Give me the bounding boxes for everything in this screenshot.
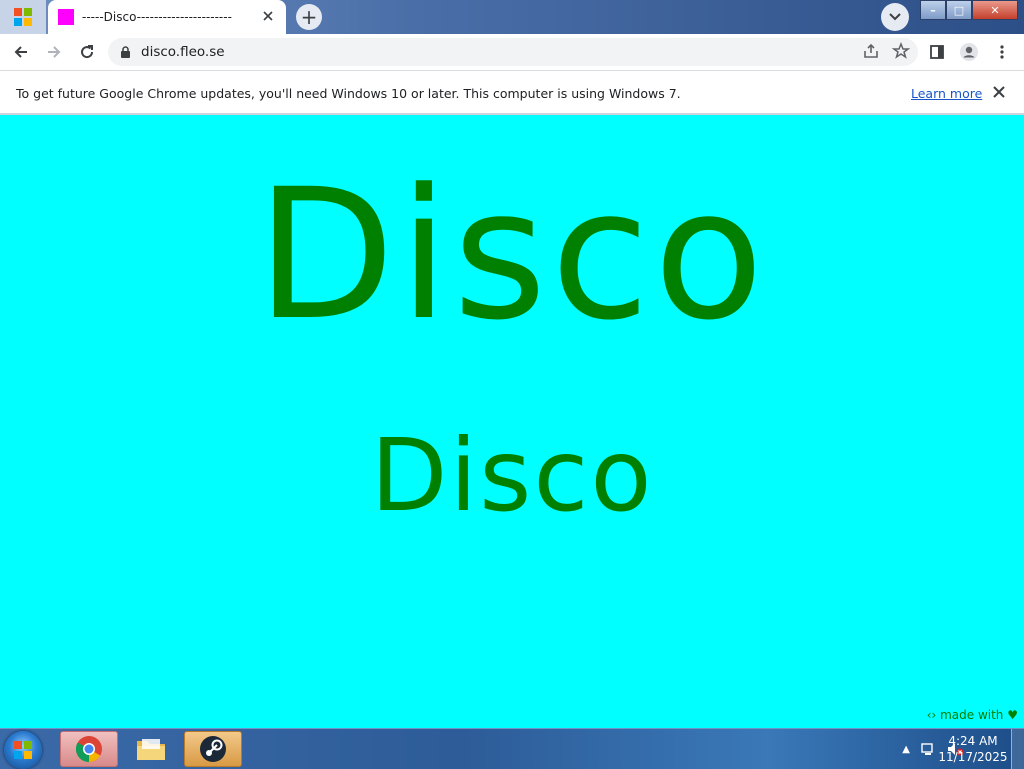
show-desktop-button[interactable]: [1011, 729, 1024, 769]
profile-button[interactable]: [958, 41, 980, 63]
kebab-menu-icon: [1000, 45, 1004, 59]
new-tab-button[interactable]: +: [296, 4, 322, 30]
apps-button[interactable]: [0, 0, 46, 34]
taskbar-chrome[interactable]: [60, 731, 118, 767]
clock-date: 11/17/2025: [938, 750, 1008, 764]
taskbar-steam[interactable]: [184, 731, 242, 767]
tab-title: -----Disco----------------------: [82, 10, 232, 24]
forward-arrow-icon: [48, 46, 61, 58]
browser-titlebar: -----Disco---------------------- + – □ ✕: [0, 0, 1024, 34]
plus-icon: +: [300, 5, 318, 29]
system-clock[interactable]: 4:24 AM 11/17/2025: [936, 733, 1010, 765]
show-hidden-icons-button[interactable]: ▲: [902, 744, 910, 755]
network-icon[interactable]: [920, 741, 936, 757]
minimize-button[interactable]: –: [920, 0, 946, 20]
close-icon: [263, 11, 273, 21]
reload-button[interactable]: [76, 41, 98, 63]
tab-close-button[interactable]: [260, 9, 276, 25]
page-heading: Disco: [256, 151, 768, 360]
bookmark-star-icon[interactable]: [892, 42, 910, 60]
reload-icon: [81, 45, 94, 59]
learn-more-link[interactable]: Learn more: [911, 86, 982, 101]
page-subheading: Disco: [370, 417, 654, 534]
back-button[interactable]: [10, 41, 32, 63]
chrome-menu-button[interactable]: [991, 41, 1013, 63]
page-content: Disco Disco ‹› made with ♥: [0, 116, 1024, 728]
windows-taskbar: ▲ 4:24 AM 11/17/2025: [0, 728, 1024, 769]
window-controls: – □ ✕: [920, 0, 1018, 20]
infobar-close-button[interactable]: [990, 83, 1008, 101]
clock-time: 4:24 AM: [948, 734, 998, 748]
close-icon: [993, 86, 1005, 98]
tab-search-button[interactable]: [881, 3, 909, 31]
update-infobar: To get future Google Chrome updates, you…: [0, 71, 1024, 115]
start-button[interactable]: [4, 731, 42, 769]
url-text[interactable]: disco.fleo.se: [141, 44, 225, 60]
made-with-footer[interactable]: ‹› made with ♥: [927, 708, 1018, 722]
forward-button[interactable]: [43, 41, 65, 63]
browser-toolbar: disco.fleo.se: [0, 34, 1024, 71]
maximize-button[interactable]: □: [946, 0, 972, 20]
steam-icon: [200, 736, 226, 762]
address-bar[interactable]: disco.fleo.se: [108, 38, 918, 66]
share-icon[interactable]: [862, 42, 880, 60]
side-panel-button[interactable]: [926, 41, 948, 63]
back-arrow-icon: [14, 46, 27, 58]
folder-icon: [137, 739, 165, 760]
omnibox-actions: [862, 42, 910, 60]
side-panel-icon: [930, 45, 944, 59]
chrome-icon: [75, 736, 102, 763]
chevron-down-icon: [889, 13, 901, 21]
windows-logo-icon: [14, 8, 32, 26]
tab-favicon: [58, 9, 74, 25]
taskbar-explorer[interactable]: [122, 731, 180, 767]
lock-icon: [121, 45, 130, 58]
profile-avatar-icon: [960, 43, 978, 61]
browser-tab[interactable]: -----Disco----------------------: [48, 0, 286, 34]
close-window-button[interactable]: ✕: [972, 0, 1018, 20]
windows-logo-icon: [14, 741, 32, 759]
infobar-message: To get future Google Chrome updates, you…: [16, 86, 681, 101]
